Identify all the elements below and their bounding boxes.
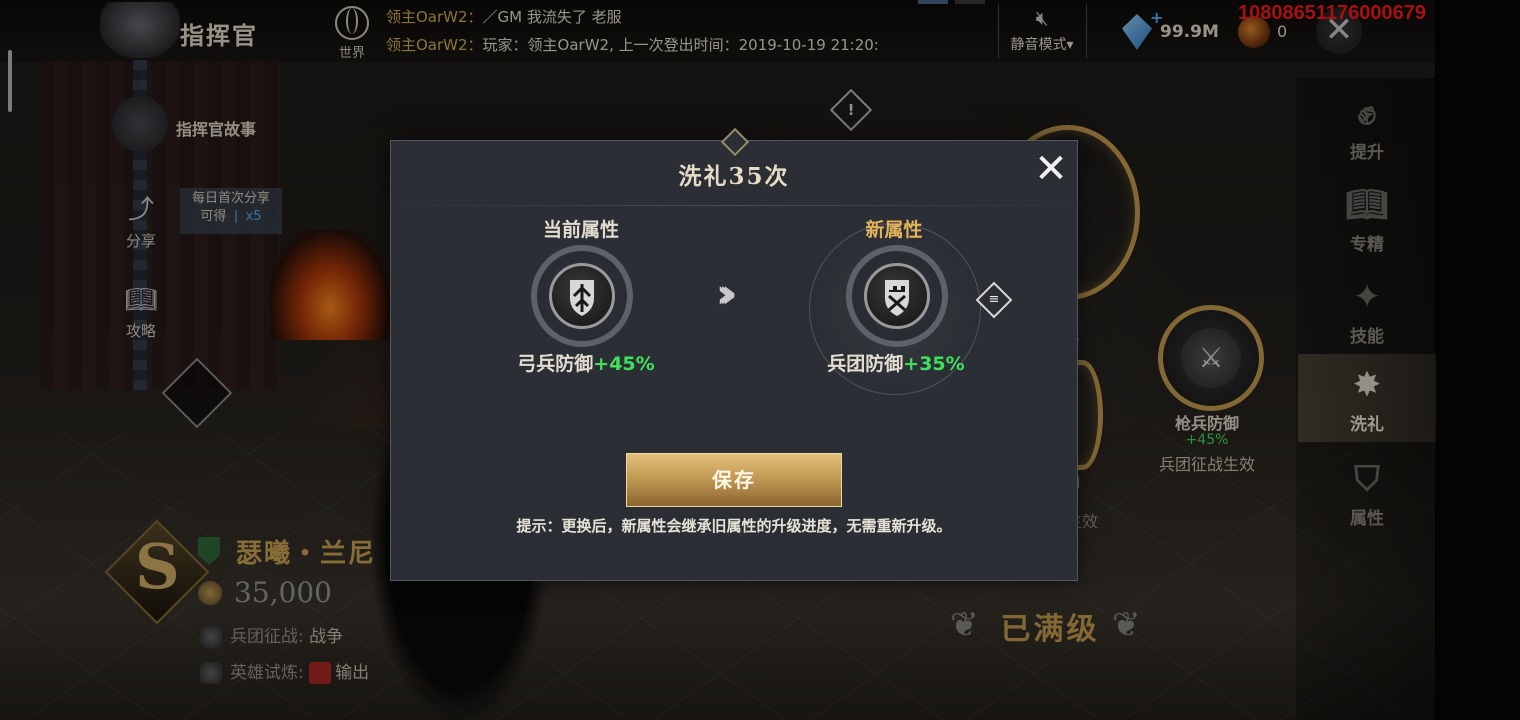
current-attr: 弓兵防御+45% bbox=[511, 349, 661, 376]
current-attr-heading: 当前属性 bbox=[542, 219, 619, 241]
dialog-title: 洗礼35次 bbox=[678, 163, 790, 190]
current-attr-name: 弓兵防御 bbox=[517, 353, 594, 375]
archer-shield-icon bbox=[549, 263, 615, 329]
new-attr-name: 兵团防御 bbox=[827, 353, 904, 375]
current-attr-value: +45% bbox=[593, 353, 655, 375]
new-attr-heading: 新属性 bbox=[865, 219, 923, 241]
castle-shield-icon bbox=[864, 263, 930, 329]
baptism-dialog: 洗礼35次 ✕ 当前属性 弓兵防御+45% ››› 新属性 ≡ 兵团防御+35%… bbox=[390, 140, 1078, 581]
attribute-list-icon[interactable]: ≡ bbox=[975, 281, 1013, 319]
new-attr: 兵团防御+35% bbox=[816, 349, 976, 376]
close-icon[interactable]: ✕ bbox=[1031, 149, 1071, 189]
new-attr-emblem bbox=[846, 245, 948, 347]
screen-edge bbox=[1435, 0, 1520, 720]
save-button[interactable]: 保存 bbox=[626, 453, 842, 507]
hint-text: 提示：更换后，新属性会继承旧属性的升级进度，无需重新升级。 bbox=[516, 517, 952, 535]
new-attr-value: +35% bbox=[903, 353, 965, 375]
divider bbox=[391, 205, 1077, 206]
current-attr-emblem bbox=[531, 245, 633, 347]
double-chevron-right-icon: ››› bbox=[716, 271, 738, 317]
